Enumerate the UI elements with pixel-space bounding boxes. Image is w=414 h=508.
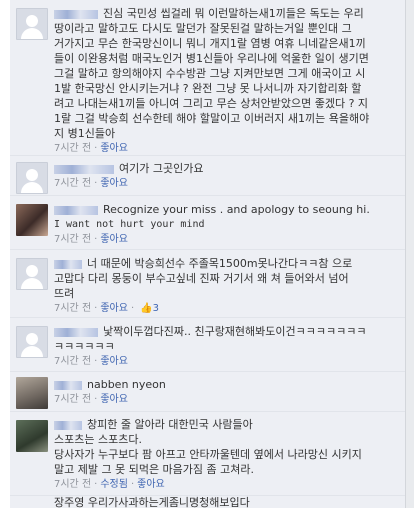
- comment-timestamp[interactable]: 7시간 전: [54, 178, 91, 189]
- comment-text-line: 너 때문에 박승희선수 주졸목1500m못나간다ㅋㅋ참 으로: [54, 256, 398, 271]
- comment-item: 여기가 그곳인가요 7시간 전 · 좋아요: [10, 156, 406, 196]
- comment-item: 너 때문에 박승희선수 주졸목1500m못나간다ㅋㅋ참 으로 고맙다 다리 몽둥…: [10, 250, 406, 318]
- comment-text-line: 진심 국민성 씹걸레 뭐 이런말하는새1끼들은 독도는 우리: [54, 6, 398, 21]
- comment-text-line: 1발 한국망신 안시키는거냐 ? 완전 그냥 못 나서니까 자기합리화 할: [54, 82, 362, 95]
- left-border: [0, 0, 10, 508]
- like-button[interactable]: 좋아요: [100, 143, 128, 154]
- comment-text-line: 스포츠는 스포츠다.: [54, 433, 142, 446]
- comment-text-line: 당사자가 누구보다 팜 아프고 안타까울텐데 옆에서 나라망신 시키지: [54, 448, 362, 461]
- avatar[interactable]: [16, 162, 48, 194]
- commenter-name[interactable]: [54, 327, 98, 337]
- commenter-name[interactable]: [54, 380, 82, 390]
- like-button[interactable]: 좋아요: [100, 356, 128, 367]
- avatar[interactable]: [16, 420, 48, 452]
- comment-text-line: Recognize your miss . and apology to seo…: [54, 202, 398, 217]
- comment-timestamp[interactable]: 7시간 전: [54, 303, 91, 314]
- comment-meta: 7시간 전 · 좋아요 · 👍3: [54, 303, 159, 314]
- commenter-name[interactable]: [54, 9, 98, 19]
- edited-label[interactable]: 수정됨: [100, 479, 128, 490]
- comment-text-line: nabben nyeon: [54, 377, 398, 392]
- comment-timestamp[interactable]: 7시간 전: [54, 394, 91, 405]
- comment-text-line: 땅이라고 말하고도 다시도 말던가 잘못된걸 말하는거일 뿐인대 그: [54, 22, 352, 35]
- comment-timestamp[interactable]: 7시간 전: [54, 356, 91, 367]
- comment-meta: 7시간 전 · 좋아요: [54, 356, 128, 367]
- comment-text-line: 그걸 말하고 항의해야지 수수방관 그냥 지켜만보면 그게 애국이고 시: [54, 67, 366, 80]
- comment-text-line: 여기가 그곳인가요: [54, 161, 398, 176]
- comment-timestamp[interactable]: 7시간 전: [54, 479, 91, 490]
- comment-timestamp[interactable]: 7시간 전: [54, 234, 91, 245]
- comment-text-line: I want not hurt your mind: [54, 219, 205, 230]
- comment-text-line: 지 병1신들아: [54, 127, 116, 140]
- comment-timestamp[interactable]: 7시간 전: [54, 143, 91, 154]
- comment-list: 진심 국민성 씹걸레 뭐 이런말하는새1끼들은 독도는 우리 땅이라고 말하고도…: [10, 0, 406, 508]
- avatar[interactable]: [16, 377, 48, 409]
- thumbs-up-icon: 👍: [140, 303, 153, 314]
- scrollbar[interactable]: [405, 0, 414, 508]
- comment-text-line: 장주영 우리가사과하는게좀니명청해보입다: [54, 496, 250, 508]
- comment-text-line: 창피한 줄 알아라 대한민국 사람들아: [54, 417, 398, 432]
- comment-item: 창피한 줄 알아라 대한민국 사람들아 스포츠는 스포츠다. 당사자가 누구보다…: [10, 412, 406, 496]
- comment-meta: 7시간 전 · 수정됨 · 좋아요: [54, 479, 165, 490]
- comment-text-line: 거가지고 무슨 한국망신이니 뭐니 개지1랄 염병 여휴 니네같은새1끼: [54, 37, 366, 50]
- like-button[interactable]: 좋아요: [137, 479, 165, 490]
- comment-text-line: 말고 제발 그 못 되먹은 마음가짐 좀 고쳐라.: [54, 463, 255, 476]
- like-button[interactable]: 좋아요: [100, 394, 128, 405]
- avatar[interactable]: [16, 326, 48, 358]
- comment-meta: 7시간 전 · 좋아요: [54, 234, 128, 245]
- comment-text-line: 낯짝이두껍다진짜.. 친구랑재현해봐도이건ㅋㅋㅋㅋㅋㅋㅋ: [54, 324, 398, 339]
- comment-text-line: 1랄 그걸 박승희 선수한테 해야 할말이고 이버러지 새1끼는 욕을해야: [54, 112, 370, 125]
- comment-text-line: 뜨려: [54, 287, 75, 300]
- commenter-name[interactable]: [54, 259, 82, 269]
- avatar[interactable]: [16, 258, 48, 290]
- comment-meta: 7시간 전 · 좋아요: [54, 394, 128, 405]
- like-count[interactable]: 3: [153, 303, 159, 314]
- comment-text-line: 고맙다 다리 몽둥이 부수고싶네 진짜 거기서 왜 쳐 들어와서 넘어: [54, 272, 349, 285]
- commenter-name[interactable]: [54, 164, 114, 174]
- comment-text-line: 들이 이완용처럼 매국노인거 병1신들아 우리나에 억울한 일이 생기면: [54, 52, 369, 65]
- like-button[interactable]: 좋아요: [100, 178, 128, 189]
- comment-text-line: 려고 나대는새1끼들 아니여 그리고 무슨 상처안받았으면 좋겠다 ? 지: [54, 97, 369, 110]
- like-button[interactable]: 좋아요: [100, 303, 128, 314]
- like-button[interactable]: 좋아요: [100, 234, 128, 245]
- comment-feed: 진심 국민성 씹걸레 뭐 이런말하는새1끼들은 독도는 우리 땅이라고 말하고도…: [0, 0, 414, 508]
- avatar[interactable]: [16, 204, 48, 236]
- comment-item: nabben nyeon 7시간 전 · 좋아요: [10, 372, 406, 412]
- comment-item: 진심 국민성 씹걸레 뭐 이런말하는새1끼들은 독도는 우리 땅이라고 말하고도…: [10, 0, 406, 156]
- comment-item: Recognize your miss . and apology to seo…: [10, 196, 406, 250]
- commenter-name[interactable]: [54, 205, 98, 215]
- commenter-name[interactable]: [54, 420, 82, 430]
- comment-text-line: ㅋㅋㅋㅋㅋㅋ: [54, 340, 115, 353]
- comment-meta: 7시간 전 · 좋아요: [54, 143, 128, 154]
- comment-item: 낯짝이두껍다진짜.. 친구랑재현해봐도이건ㅋㅋㅋㅋㅋㅋㅋ ㅋㅋㅋㅋㅋㅋ 7시간 …: [10, 318, 406, 372]
- comment-item: 장주영 우리가사과하는게좀니명청해보입다: [10, 496, 406, 508]
- comment-meta: 7시간 전 · 좋아요: [54, 178, 128, 189]
- avatar[interactable]: [16, 8, 48, 40]
